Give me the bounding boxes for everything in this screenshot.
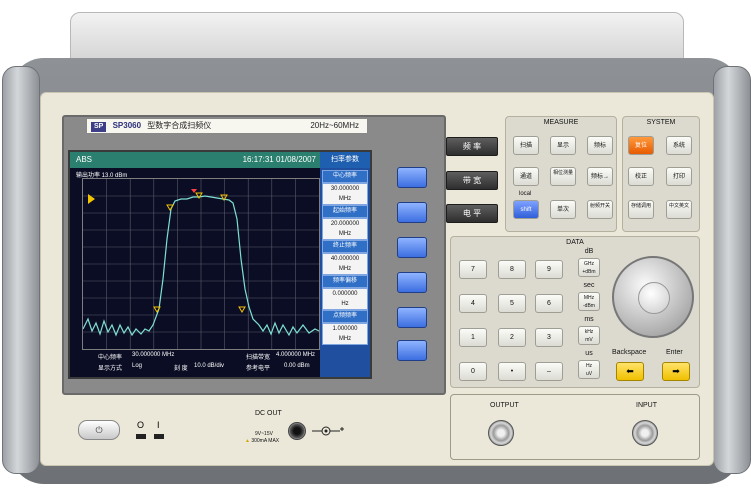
softkey-center-freq: 中心频率 30.000000 MHz — [322, 170, 368, 205]
power-button[interactable]: ⏻ — [78, 420, 120, 440]
shift-key[interactable]: shift — [513, 200, 539, 219]
marker-key[interactable]: 频标 — [587, 136, 613, 155]
power-icon: ⏻ — [95, 425, 103, 435]
language-key[interactable]: 中文英文 — [666, 200, 692, 219]
output-label: OUTPUT — [490, 402, 519, 409]
softkey-start-freq: 起始频率 20.000000 MHz — [322, 205, 368, 240]
output-bnc-connector[interactable] — [488, 420, 514, 446]
softkey-button-6[interactable] — [397, 340, 427, 361]
softkey-button-1[interactable] — [397, 167, 427, 188]
frequency-key[interactable]: 频 率 — [446, 137, 498, 156]
save-recall-key[interactable]: 存储调用 — [628, 200, 654, 219]
screen-bottom-info: 中心频率 30.000000 MHz 扫描带宽 4.000000 MHz 显示方… — [98, 352, 316, 372]
backspace-key[interactable]: ⬅ — [616, 362, 644, 381]
key-2[interactable]: 2 — [498, 328, 526, 347]
trace-graticule — [82, 178, 320, 350]
softkey-stop-freq: 终止频率 40.000000 MHz — [322, 240, 368, 275]
input-bnc-connector[interactable] — [632, 420, 658, 446]
single-sweep-key[interactable]: 单次 — [550, 200, 576, 219]
power-off-mark — [136, 434, 146, 439]
mode-label: ABS — [76, 155, 93, 164]
dc-out-label: DC OUT — [255, 410, 282, 417]
frequency-range: 20Hz~60MHz — [310, 121, 359, 130]
gridlines — [83, 179, 319, 349]
io-panel — [450, 394, 700, 460]
bandwidth-key[interactable]: 带 宽 — [446, 171, 498, 190]
power-off-label: O — [137, 420, 145, 430]
freq-markers — [153, 192, 246, 313]
key-point[interactable]: • — [498, 362, 526, 381]
local-label: local — [519, 191, 532, 197]
key-minus[interactable]: – — [535, 362, 563, 381]
screen-status-bar: ABS 16:17:31 01/08/2007 — [70, 152, 320, 168]
trace-plot — [82, 179, 320, 349]
rotary-knob[interactable] — [612, 256, 694, 338]
key-0[interactable]: 0 — [459, 362, 487, 381]
active-marker-icon — [191, 189, 197, 193]
unit-label-sec: sec — [583, 282, 595, 289]
reference-pointer-icon — [88, 194, 95, 204]
rf-switch-key[interactable]: 射频开关 — [587, 200, 613, 219]
key-4[interactable]: 4 — [459, 294, 487, 313]
key-6[interactable]: 6 — [535, 294, 563, 313]
unit-label-ms: ms — [584, 316, 594, 323]
marker-to-key[interactable]: 频标→ — [587, 167, 613, 186]
key-7[interactable]: 7 — [459, 260, 487, 279]
left-handle — [2, 66, 40, 474]
print-key[interactable]: 打印 — [666, 167, 692, 186]
key-3[interactable]: 3 — [535, 328, 563, 347]
hz-key[interactable]: Hz uV — [578, 360, 600, 379]
warning-icon: ▲ — [245, 438, 250, 444]
phase-measure-key[interactable]: 相位测量 — [550, 167, 576, 186]
dc-out-jack[interactable] — [288, 422, 306, 440]
left-arrow-icon: ⬅ — [626, 366, 634, 376]
sweep-key[interactable]: 扫描 — [513, 136, 539, 155]
key-8[interactable]: 8 — [498, 260, 526, 279]
softmenu-title: 扫率参数 — [320, 152, 370, 168]
key-1[interactable]: 1 — [459, 328, 487, 347]
right-arrow-icon: ➡ — [672, 366, 680, 376]
softkey-button-2[interactable] — [397, 202, 427, 223]
dc-polarity-icon — [312, 424, 346, 442]
model-description: 型数字合成扫频仪 — [147, 121, 212, 130]
knob-cap — [638, 282, 670, 314]
channel-key[interactable]: 通道 — [513, 167, 539, 186]
level-key[interactable]: 电 平 — [446, 204, 498, 223]
calibrate-key[interactable]: 校正 — [628, 167, 654, 186]
softkey-button-5[interactable] — [397, 307, 427, 328]
softkey-button-4[interactable] — [397, 272, 427, 293]
softkey-freq-offset: 频率偏移 0.000000 Hz — [322, 275, 368, 310]
model-name: SP3060 — [112, 121, 142, 130]
softkey-point-freq: 点频频率 1.000000 MHz — [322, 310, 368, 345]
clock: 16:17:31 01/08/2007 — [242, 155, 316, 164]
khz-key[interactable]: kHz mV — [578, 326, 600, 345]
system-key[interactable]: 系统 — [666, 136, 692, 155]
brand-logo: SP — [91, 122, 107, 132]
chassis-top — [70, 12, 684, 60]
key-9[interactable]: 9 — [535, 260, 563, 279]
backspace-label: Backspace — [612, 349, 647, 356]
input-label: INPUT — [636, 402, 657, 409]
key-5[interactable]: 5 — [498, 294, 526, 313]
right-handle — [713, 66, 751, 474]
softmenu-column: 中心频率 30.000000 MHz 起始频率 20.000000 MHz 终止频率… — [320, 168, 370, 377]
softkey-button-3[interactable] — [397, 237, 427, 258]
brand-bar: SP SP3060 型数字合成扫频仪 20Hz~60MHz — [86, 118, 368, 134]
ghz-key[interactable]: GHz +dBm — [578, 258, 600, 277]
mhz-key[interactable]: MHz -dBm — [578, 292, 600, 311]
unit-label-db: dB — [584, 248, 594, 255]
dc-spec-current: ▲ 300mA MAX — [245, 438, 280, 444]
power-on-label: I — [157, 420, 160, 430]
dc-spec-voltage: 9V~15V — [255, 431, 273, 437]
unit-label-us: us — [585, 350, 593, 357]
display-key[interactable]: 显示 — [550, 136, 576, 155]
enter-label: Enter — [666, 349, 683, 356]
enter-key[interactable]: ➡ — [662, 362, 690, 381]
reset-key[interactable]: 复位 — [628, 136, 654, 155]
power-on-mark — [154, 434, 164, 439]
display-screen: ABS 16:17:31 01/08/2007 扫率参数 中心频率 30.000… — [68, 150, 372, 379]
